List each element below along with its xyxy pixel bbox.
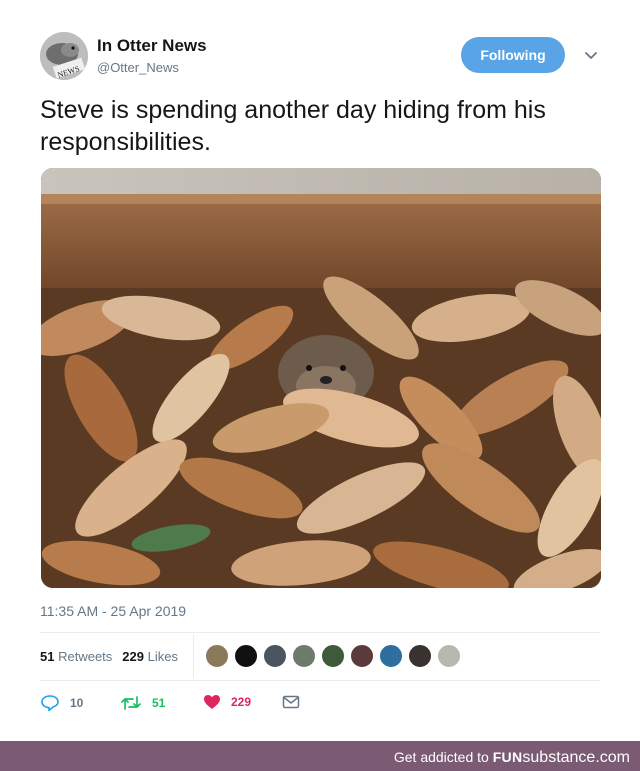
retweet-count: 51 xyxy=(152,696,166,710)
otter-avatar-icon: NEWS xyxy=(40,32,88,80)
liker-avatar[interactable] xyxy=(321,644,345,668)
reply-count: 10 xyxy=(70,696,84,710)
otter-in-leaves-photo xyxy=(41,168,601,588)
divider xyxy=(40,632,600,633)
chevron-down-icon[interactable] xyxy=(583,47,599,63)
footer-tagline: Get addicted to FUNsubstance.com xyxy=(394,749,630,767)
reply-action[interactable]: 10 xyxy=(40,694,83,712)
liker-avatar[interactable] xyxy=(437,644,461,668)
retweet-action[interactable]: 51 xyxy=(120,694,165,712)
brand-substance: substance xyxy=(522,749,596,766)
likes-label: Likes xyxy=(147,649,178,664)
brand-fun: FUN xyxy=(492,749,523,765)
tweet-card: NEWS In Otter News @Otter_News Following… xyxy=(0,0,640,741)
tweet-text: Steve is spending another day hiding fro… xyxy=(40,96,546,156)
account-handle[interactable]: @Otter_News xyxy=(97,60,179,75)
liker-avatar[interactable] xyxy=(234,644,258,668)
retweets-count: 51 xyxy=(40,649,55,664)
envelope-icon xyxy=(282,695,300,709)
likes-count: 229 xyxy=(122,649,144,664)
liker-avatar[interactable] xyxy=(263,644,287,668)
liker-avatar[interactable] xyxy=(292,644,316,668)
liker-avatar[interactable] xyxy=(379,644,403,668)
direct-message-action[interactable] xyxy=(282,694,310,710)
account-avatar[interactable]: NEWS xyxy=(40,32,88,80)
reply-icon xyxy=(41,695,59,712)
divider xyxy=(40,680,600,681)
retweets-label: Retweets xyxy=(58,649,113,664)
heart-icon xyxy=(204,695,220,709)
account-name[interactable]: In Otter News xyxy=(97,36,207,56)
liker-avatar[interactable] xyxy=(205,644,229,668)
engagement-stats: 51 Retweets 229 Likes xyxy=(40,649,178,664)
retweet-icon xyxy=(121,696,141,710)
retweets-stat[interactable]: 51 Retweets xyxy=(40,649,112,664)
tweet-photo[interactable] xyxy=(41,168,601,588)
tweet-actions: 10 51 229 xyxy=(40,694,320,716)
following-button[interactable]: Following xyxy=(461,37,565,73)
tweet-timestamp[interactable]: 11:35 AM - 25 Apr 2019 xyxy=(40,603,186,619)
like-action[interactable]: 229 xyxy=(203,694,251,710)
liker-avatar[interactable] xyxy=(350,644,374,668)
likes-stat[interactable]: 229 Likes xyxy=(122,649,178,664)
brand-domain: .com xyxy=(595,749,630,766)
site-footer-banner[interactable]: Get addicted to FUNsubstance.com xyxy=(0,741,640,771)
footer-text: Get addicted to xyxy=(393,749,489,765)
like-count: 229 xyxy=(231,695,252,709)
liker-avatar[interactable] xyxy=(408,644,432,668)
stats-separator xyxy=(193,635,194,678)
